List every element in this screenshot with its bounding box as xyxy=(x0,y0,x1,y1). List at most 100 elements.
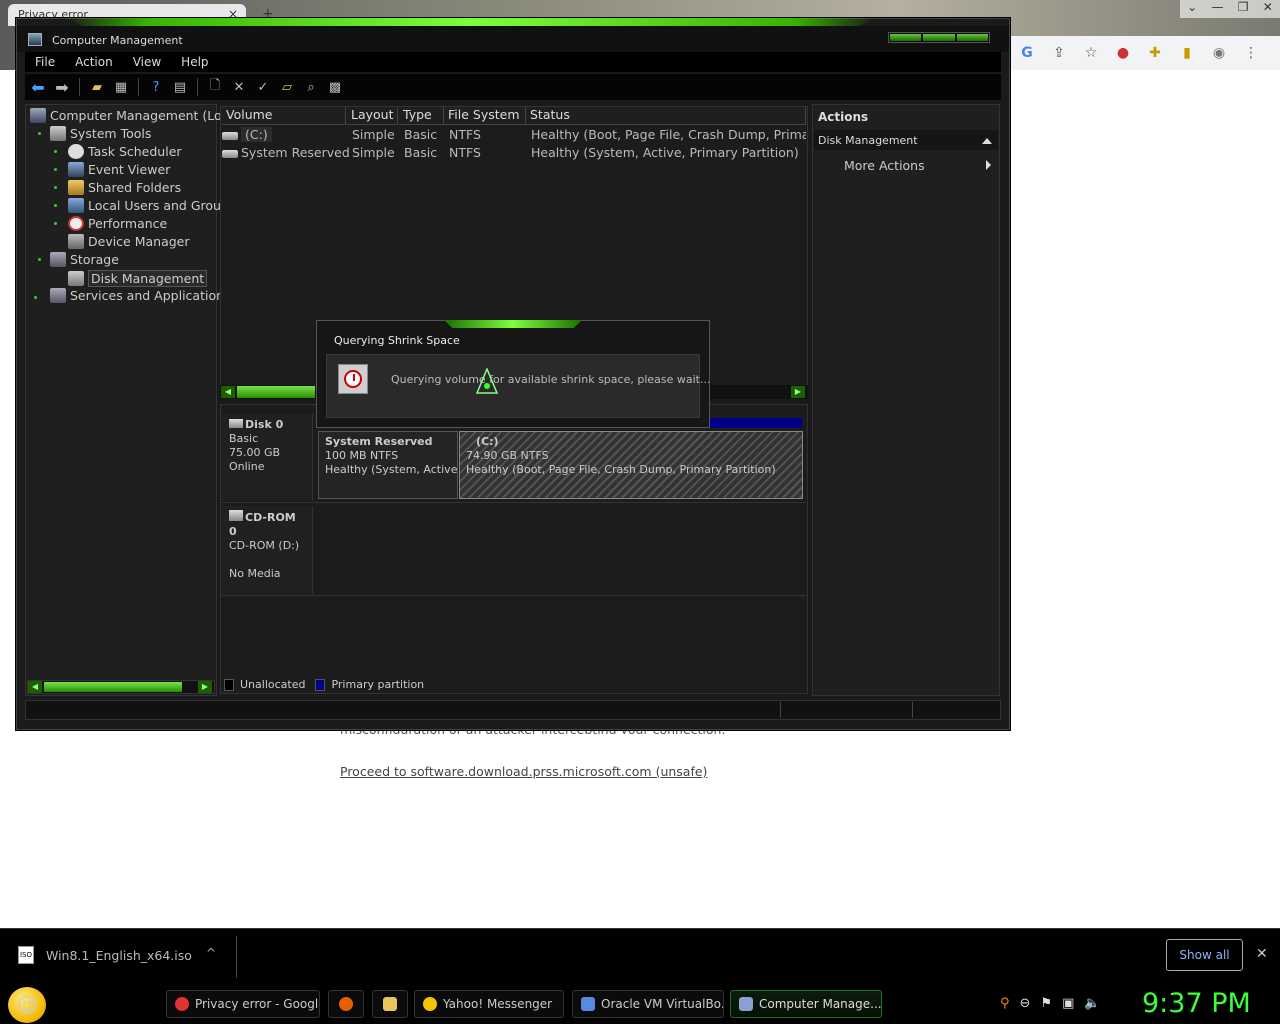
disk-icon xyxy=(229,419,243,428)
column-header-file-system[interactable]: File System xyxy=(444,107,526,125)
menu-action[interactable]: Action xyxy=(65,52,123,72)
open-folder-icon[interactable]: ▱ xyxy=(278,78,296,96)
tree-expander[interactable] xyxy=(54,168,57,171)
profile-avatar-icon[interactable]: ◉ xyxy=(1210,44,1228,62)
up-folder-icon[interactable]: ▰ xyxy=(88,78,106,96)
window-title: Computer Management xyxy=(52,34,183,47)
divider xyxy=(236,936,237,978)
volume-icon[interactable]: 🔈 xyxy=(1084,996,1100,1011)
tree-node-system-tools[interactable]: System Tools xyxy=(50,126,151,141)
tab-search-icon[interactable]: ⌄ xyxy=(1187,0,1197,18)
shared-folder-icon xyxy=(68,180,84,195)
tree-node-task-scheduler[interactable]: Task Scheduler xyxy=(68,144,182,159)
actions-header: Actions xyxy=(818,110,869,124)
restore-icon[interactable]: ❐ xyxy=(1238,0,1249,18)
close-icon[interactable]: ✕ xyxy=(1263,0,1273,18)
tree-expander[interactable] xyxy=(54,150,57,153)
tree-expander[interactable] xyxy=(54,204,57,207)
tree-node-local-users[interactable]: Local Users and Grou xyxy=(68,198,221,213)
volume-name: System Reserved xyxy=(241,145,350,160)
taskbar-item-virtualbox[interactable]: Oracle VM VirtualBo... xyxy=(572,990,724,1018)
more-actions-item[interactable]: More Actions xyxy=(844,158,925,173)
scroll-right-arrow-icon[interactable]: ▶ xyxy=(198,681,212,693)
tree-expander[interactable] xyxy=(38,258,41,261)
scroll-left-arrow-icon[interactable]: ◀ xyxy=(28,681,42,693)
taskbar-item-chrome[interactable]: Privacy error - Googl... xyxy=(166,990,320,1018)
tree-node-computer-management[interactable]: Computer Management (Loc xyxy=(30,108,229,123)
partition-c[interactable]: (C:) 74.90 GB NTFS Healthy (Boot, Page F… xyxy=(459,431,803,499)
show-hide-tree-icon[interactable]: ▦ xyxy=(112,78,130,96)
search-icon[interactable]: ⌕ xyxy=(302,78,320,96)
chevron-up-icon[interactable]: ^ xyxy=(206,946,216,960)
tree-node-services[interactable]: Services and Application: xyxy=(50,288,228,303)
tree-node-performance[interactable]: Performance xyxy=(68,216,167,231)
puzzle-icon[interactable]: ✚ xyxy=(1146,44,1164,62)
menu-file[interactable]: File xyxy=(25,52,65,72)
users-icon xyxy=(68,198,84,213)
actions-section-disk-management[interactable]: Disk Management xyxy=(814,130,998,150)
column-header-volume[interactable]: Volume xyxy=(222,107,346,125)
search-icon[interactable]: ⚲ xyxy=(1000,996,1010,1011)
close-downloads-icon[interactable]: ✕ xyxy=(1256,946,1268,962)
minus-icon[interactable]: ⊖ xyxy=(1020,996,1031,1011)
delete-icon[interactable]: ✕ xyxy=(230,78,248,96)
bookmark-star-icon[interactable]: ☆ xyxy=(1082,44,1100,62)
extension-icon[interactable]: ● xyxy=(1114,44,1132,62)
scrollbar-thumb[interactable] xyxy=(237,386,315,398)
taskbar-item-firefox[interactable] xyxy=(328,990,364,1018)
services-icon xyxy=(50,288,66,303)
maximize-button[interactable] xyxy=(923,34,955,41)
scroll-right-arrow-icon[interactable]: ▶ xyxy=(791,386,805,398)
cdrom0-info[interactable]: CD-ROM 0 CD-ROM (D:) No Media xyxy=(221,506,313,594)
start-button[interactable]: ☺ xyxy=(8,987,46,1023)
proceed-unsafe-link[interactable]: Proceed to software.download.prss.micros… xyxy=(340,764,707,779)
properties-icon[interactable]: ▤ xyxy=(171,78,189,96)
column-header-status[interactable]: Status xyxy=(526,107,806,125)
tree-node-event-viewer[interactable]: Event Viewer xyxy=(68,162,170,177)
tree-expander[interactable] xyxy=(54,186,57,189)
menu-help[interactable]: Help xyxy=(171,52,218,72)
show-all-button[interactable]: Show all xyxy=(1166,939,1243,971)
computer-management-icon xyxy=(739,997,753,1011)
scrollbar-thumb[interactable] xyxy=(44,682,182,692)
forward-arrow-icon[interactable]: ➡ xyxy=(53,78,71,97)
close-button[interactable] xyxy=(956,34,988,41)
taskbar-item-yahoo[interactable]: Yahoo! Messenger xyxy=(414,990,564,1018)
tree-node-storage[interactable]: Storage xyxy=(50,252,119,267)
rescan-icon[interactable]: ▩ xyxy=(326,78,344,96)
tree-expander[interactable] xyxy=(38,132,41,135)
partition-system-reserved[interactable]: System Reserved 100 MB NTFS Healthy (Sys… xyxy=(318,431,458,499)
google-icon[interactable]: G xyxy=(1018,44,1036,62)
collapse-up-icon[interactable] xyxy=(982,138,992,144)
column-header-type[interactable]: Type xyxy=(399,107,444,125)
taskbar-item-computer-management[interactable]: Computer Manage... xyxy=(730,990,882,1018)
side-panel-icon[interactable]: ▮ xyxy=(1178,44,1196,62)
tree-node-device-manager[interactable]: Device Manager xyxy=(68,234,190,249)
menu-view[interactable]: View xyxy=(123,52,171,72)
menu-kebab-icon[interactable]: ⋮ xyxy=(1242,44,1260,62)
flag-icon[interactable]: ⚑ xyxy=(1040,996,1052,1011)
taskbar-item-explorer[interactable] xyxy=(372,990,408,1018)
share-icon[interactable]: ⇪ xyxy=(1050,44,1068,62)
new-document-icon[interactable]: 🗋 xyxy=(206,78,224,96)
submenu-arrow-icon[interactable] xyxy=(986,160,991,170)
back-arrow-icon[interactable]: ⬅ xyxy=(29,78,47,97)
help-icon[interactable]: ? xyxy=(147,78,165,96)
tree-node-disk-management[interactable]: Disk Management xyxy=(68,270,208,287)
tree-expander[interactable] xyxy=(34,296,37,299)
tree-node-shared-folders[interactable]: Shared Folders xyxy=(68,180,181,195)
computer-management-icon xyxy=(30,108,46,123)
download-item[interactable]: ISO Win8.1_English_x64.iso xyxy=(18,946,192,964)
column-header-layout[interactable]: Layout xyxy=(347,107,398,125)
network-icon[interactable]: ▣ xyxy=(1062,996,1074,1011)
taskbar-clock[interactable]: 9:37 PM xyxy=(1142,988,1251,1019)
minimize-icon[interactable]: — xyxy=(1211,0,1223,18)
tree-expander[interactable] xyxy=(54,222,57,225)
volume-status: Healthy (System, Active, Primary Partiti… xyxy=(531,145,799,160)
dialog-title: Querying Shrink Space xyxy=(334,334,460,347)
check-icon[interactable]: ✓ xyxy=(254,78,272,96)
minimize-button[interactable] xyxy=(890,34,922,41)
scroll-left-arrow-icon[interactable]: ◀ xyxy=(221,386,235,398)
disk0-info[interactable]: Disk 0 Basic 75.00 GB Online xyxy=(221,414,313,500)
divider xyxy=(780,702,781,718)
